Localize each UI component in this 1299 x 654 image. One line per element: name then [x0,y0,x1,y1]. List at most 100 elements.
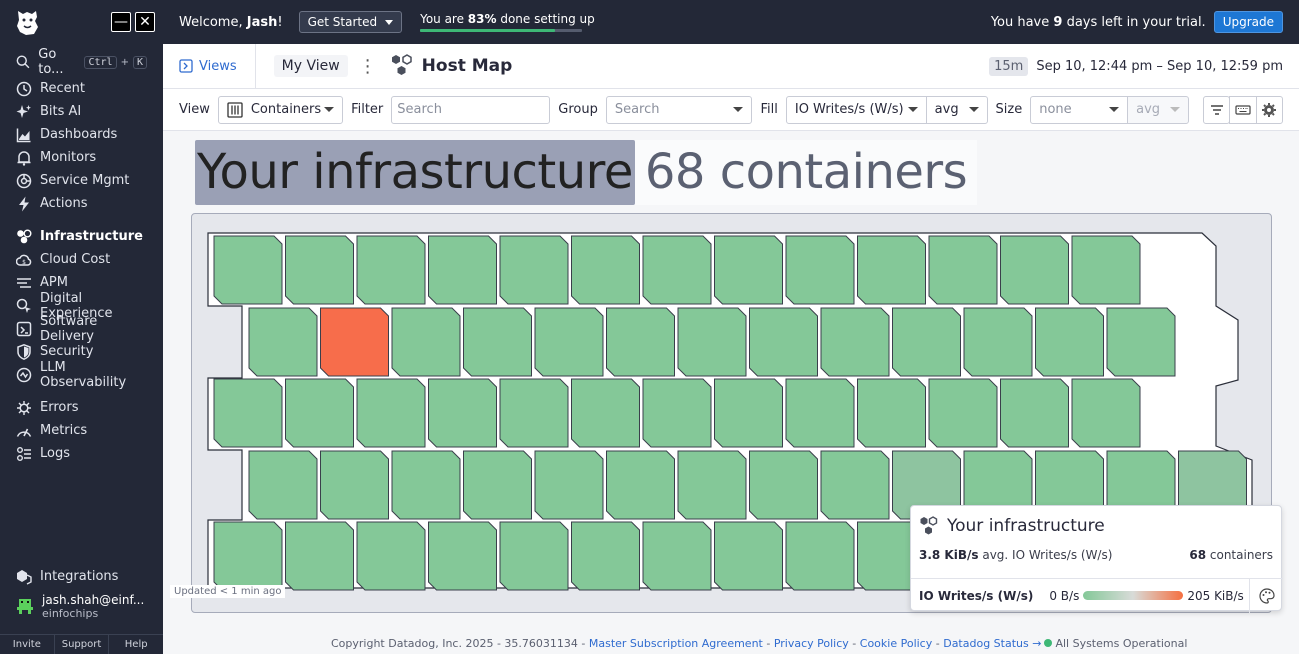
container-cell[interactable] [571,378,640,448]
container-cell[interactable] [499,521,569,591]
container-cell[interactable] [534,450,604,520]
container-cell[interactable] [642,378,712,448]
container-cell[interactable] [714,521,783,591]
msa-link[interactable]: Master Subscription Agreement [589,637,763,650]
container-cell[interactable] [749,307,818,377]
container-cell[interactable] [428,521,497,591]
container-cell[interactable] [213,521,283,591]
size-metric-select[interactable]: none [1030,95,1129,124]
keyboard-shortcuts-button[interactable] [1229,95,1257,124]
container-cell[interactable] [642,235,712,305]
container-cell[interactable] [1000,378,1069,448]
container-cell[interactable] [1071,378,1141,448]
container-cell[interactable] [356,378,426,448]
container-cell[interactable] [499,235,569,305]
sidebar-item-errors[interactable]: Errors [0,396,163,419]
container-cell[interactable] [820,307,890,377]
sidebar-item-recent[interactable]: Recent [0,77,163,100]
help-link[interactable]: Help [109,635,163,654]
container-cell[interactable] [571,521,640,591]
fill-agg-select[interactable]: avg [925,95,988,124]
container-cell[interactable] [749,450,818,520]
setup-progress[interactable]: You are 83% done setting up [420,12,595,32]
cookie-link[interactable]: Cookie Policy [860,637,932,650]
container-cell[interactable] [463,307,532,377]
sidebar-item-monitors[interactable]: Monitors [0,146,163,169]
container-cell[interactable] [1106,307,1176,377]
time-range-picker[interactable]: 15m Sep 10, 12:44 pm – Sep 10, 12:59 pm [989,56,1283,76]
sidebar-item-cloud-cost[interactable]: $ Cloud Cost [0,248,163,271]
minimize-icon[interactable]: — [111,12,131,32]
user-menu[interactable]: jash.shah@einf... einfochips [0,588,163,624]
filter-input[interactable] [391,95,551,124]
sidebar-item-dashboards[interactable]: Dashboards [0,123,163,146]
palette-button[interactable] [1249,578,1283,613]
container-cell[interactable] [928,378,998,448]
my-view-selector[interactable]: My View [273,55,348,77]
container-cell[interactable] [892,307,961,377]
more-options-icon[interactable]: ⋮ [358,56,378,77]
container-cell[interactable] [391,450,461,520]
container-cell[interactable] [714,378,783,448]
fill-metric-select[interactable]: IO Writes/s (W/s) [785,95,927,124]
upgrade-button[interactable]: Upgrade [1213,11,1283,33]
container-cell[interactable] [677,450,747,520]
container-cell[interactable] [785,521,855,591]
invite-link[interactable]: Invite [0,635,55,654]
group-select[interactable]: Search [605,95,753,124]
view-select[interactable]: Containers [217,95,344,124]
container-cell[interactable] [963,307,1033,377]
sidebar-item-actions[interactable]: Actions [0,192,163,215]
container-cell[interactable] [534,307,604,377]
container-cell[interactable] [642,521,712,591]
container-cell[interactable] [320,450,389,520]
sidebar-item-service-mgmt[interactable]: Service Mgmt [0,169,163,192]
container-cell[interactable] [820,450,890,520]
container-cell[interactable] [677,307,747,377]
container-cell[interactable] [391,307,461,377]
container-cell[interactable] [248,450,318,520]
container-cell[interactable] [499,378,569,448]
container-cell[interactable] [606,307,675,377]
container-cell[interactable] [428,378,497,448]
close-icon[interactable]: ✕ [135,12,155,32]
container-cell[interactable] [213,378,283,448]
container-cell[interactable] [285,521,354,591]
goto-search[interactable]: Go to... Ctrl + K [0,47,163,77]
container-cell[interactable] [213,235,283,305]
get-started-button[interactable]: Get Started [298,11,403,33]
sidebar-item-software-delivery[interactable]: Software Delivery [0,314,163,344]
map-title-text[interactable]: Your infrastructure [195,140,635,205]
container-cell[interactable] [606,450,675,520]
container-cell[interactable] [1071,235,1141,305]
container-cell[interactable] [463,450,532,520]
container-cell[interactable] [571,235,640,305]
container-cell[interactable] [928,235,998,305]
container-cell[interactable] [428,235,497,305]
container-cell[interactable] [285,378,354,448]
container-cell[interactable] [248,307,318,377]
container-cell[interactable] [356,521,426,591]
datadog-logo-icon[interactable] [12,7,42,37]
sidebar-item-llm-observability[interactable]: LLM Observability [0,360,163,390]
container-cell[interactable] [1035,307,1104,377]
container-cell[interactable] [320,307,389,377]
support-link[interactable]: Support [55,635,110,654]
sidebar-item-logs[interactable]: Logs [0,442,163,465]
container-cell[interactable] [857,235,926,305]
settings-button[interactable] [1255,95,1284,124]
container-cell[interactable] [1000,235,1069,305]
container-cell[interactable] [785,235,855,305]
filter-options-button[interactable] [1202,95,1231,124]
sidebar-item-integrations[interactable]: Integrations [0,565,163,588]
status-link[interactable]: Datadog Status → [943,637,1041,650]
privacy-link[interactable]: Privacy Policy [774,637,849,650]
sidebar-item-metrics[interactable]: Metrics [0,419,163,442]
container-cell[interactable] [285,235,354,305]
container-cell[interactable] [356,235,426,305]
container-cell[interactable] [785,378,855,448]
views-button[interactable]: Views [179,43,256,89]
container-cell[interactable] [857,378,926,448]
container-cell[interactable] [714,235,783,305]
sidebar-item-bits-ai[interactable]: Bits AI [0,100,163,123]
